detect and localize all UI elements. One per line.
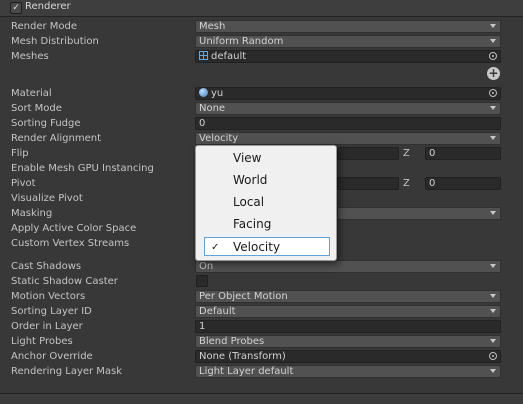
- sort-mode-value: None: [199, 103, 226, 114]
- meshes-object-field[interactable]: default: [195, 50, 501, 63]
- order-in-layer-value: 1: [199, 321, 206, 332]
- flip-z-input[interactable]: 0: [425, 147, 501, 160]
- sorting-layer-id-value: Default: [199, 306, 236, 317]
- enable-mesh-gpu-instancing-label: Enable Mesh GPU Instancing: [11, 163, 154, 174]
- popup-option-label: View: [233, 151, 262, 165]
- render-mode-value: Mesh: [199, 21, 226, 32]
- order-in-layer-label: Order in Layer: [11, 321, 83, 332]
- meshes-value: default: [211, 51, 247, 62]
- rendering-layer-mask-label: Rendering Layer Mask: [11, 366, 123, 377]
- renderer-module-header[interactable]: ✓ Renderer: [0, 0, 523, 17]
- checkmark-icon: ✓: [211, 242, 220, 253]
- custom-vertex-streams-label: Custom Vertex Streams: [11, 238, 130, 249]
- sort-mode-label: Sort Mode: [11, 103, 62, 114]
- material-icon: [199, 88, 208, 97]
- pivot-z-label: Z: [403, 178, 410, 189]
- popup-option-label: World: [233, 173, 268, 187]
- visualize-pivot-label: Visualize Pivot: [11, 193, 83, 204]
- anchor-override-object-field[interactable]: None (Transform): [195, 350, 501, 363]
- static-shadow-caster-checkbox[interactable]: [196, 275, 208, 287]
- popup-option-label: Facing: [233, 217, 272, 231]
- renderer-enabled-checkbox[interactable]: ✓: [10, 2, 22, 14]
- sorting-layer-id-dropdown[interactable]: Default: [195, 305, 501, 318]
- renderer-title: Renderer: [25, 1, 71, 12]
- rendering-layer-mask-value: Light Layer default: [199, 366, 294, 377]
- pivot-y-input[interactable]: [337, 177, 399, 190]
- render-alignment-popup-menu: View World Local Facing ✓ Velocity: [195, 145, 337, 261]
- light-probes-value: Blend Probes: [199, 336, 265, 347]
- chevron-down-icon: [490, 24, 496, 28]
- popup-option-label: Local: [233, 195, 265, 209]
- render-alignment-value: Velocity: [199, 133, 239, 144]
- sorting-layer-id-label: Sorting Layer ID: [11, 306, 92, 317]
- render-alignment-label: Render Alignment: [11, 133, 102, 144]
- render-mode-label: Render Mode: [11, 21, 78, 32]
- motion-vectors-value: Per Object Motion: [199, 291, 288, 302]
- flip-z-label: Z: [403, 148, 410, 159]
- add-mesh-button[interactable]: +: [487, 67, 500, 80]
- chevron-down-icon: [490, 136, 496, 140]
- mesh-distribution-dropdown[interactable]: Uniform Random: [195, 35, 501, 48]
- chevron-down-icon: [490, 106, 496, 110]
- sort-mode-dropdown[interactable]: None: [195, 102, 501, 115]
- anchor-override-value: None (Transform): [199, 351, 286, 362]
- sorting-fudge-value: 0: [199, 118, 206, 129]
- object-picker-icon[interactable]: [489, 52, 497, 60]
- mesh-distribution-value: Uniform Random: [199, 36, 284, 47]
- material-object-field[interactable]: yu: [195, 87, 501, 100]
- render-mode-dropdown[interactable]: Mesh: [195, 20, 501, 33]
- motion-vectors-dropdown[interactable]: Per Object Motion: [195, 290, 501, 303]
- popup-option-label: Velocity: [233, 240, 281, 254]
- light-probes-label: Light Probes: [11, 336, 73, 347]
- pivot-z-value: 0: [429, 178, 436, 189]
- flip-y-input[interactable]: [337, 147, 399, 160]
- meshes-label: Meshes: [11, 51, 49, 62]
- object-picker-icon[interactable]: [489, 89, 497, 97]
- rendering-layer-mask-dropdown[interactable]: Light Layer default: [195, 365, 501, 378]
- material-value: yu: [211, 88, 224, 99]
- chevron-down-icon: [490, 211, 496, 215]
- inspector-bottom-edge: [0, 393, 523, 404]
- masking-dropdown[interactable]: [337, 207, 501, 220]
- chevron-down-icon: [490, 294, 496, 298]
- chevron-down-icon: [490, 264, 496, 268]
- chevron-down-icon: [490, 39, 496, 43]
- sorting-fudge-label: Sorting Fudge: [11, 118, 81, 129]
- flip-z-value: 0: [429, 148, 436, 159]
- flip-label: Flip: [11, 148, 29, 159]
- masking-label: Masking: [11, 208, 53, 219]
- mesh-icon: [199, 51, 208, 60]
- order-in-layer-input[interactable]: 1: [195, 320, 501, 333]
- chevron-down-icon: [490, 309, 496, 313]
- light-probes-dropdown[interactable]: Blend Probes: [195, 335, 501, 348]
- sorting-fudge-input[interactable]: 0: [195, 117, 501, 130]
- object-picker-icon[interactable]: [489, 352, 497, 360]
- cast-shadows-label: Cast Shadows: [11, 261, 82, 272]
- cast-shadows-value: On: [199, 261, 214, 272]
- popup-option-view[interactable]: View: [204, 149, 330, 168]
- motion-vectors-label: Motion Vectors: [11, 291, 86, 302]
- chevron-down-icon: [490, 339, 496, 343]
- mesh-distribution-label: Mesh Distribution: [11, 36, 99, 47]
- pivot-z-input[interactable]: 0: [425, 177, 501, 190]
- static-shadow-caster-label: Static Shadow Caster: [11, 276, 118, 287]
- popup-option-facing[interactable]: Facing: [204, 215, 330, 234]
- popup-option-world[interactable]: World: [204, 171, 330, 190]
- pivot-label: Pivot: [11, 178, 36, 189]
- apply-active-color-space-label: Apply Active Color Space: [11, 223, 137, 234]
- cast-shadows-dropdown[interactable]: On: [195, 260, 501, 273]
- popup-option-velocity[interactable]: ✓ Velocity: [204, 237, 330, 256]
- chevron-down-icon: [490, 369, 496, 373]
- popup-option-local[interactable]: Local: [204, 193, 330, 212]
- material-label: Material: [11, 88, 52, 99]
- anchor-override-label: Anchor Override: [11, 351, 93, 362]
- render-alignment-dropdown[interactable]: Velocity: [195, 132, 501, 145]
